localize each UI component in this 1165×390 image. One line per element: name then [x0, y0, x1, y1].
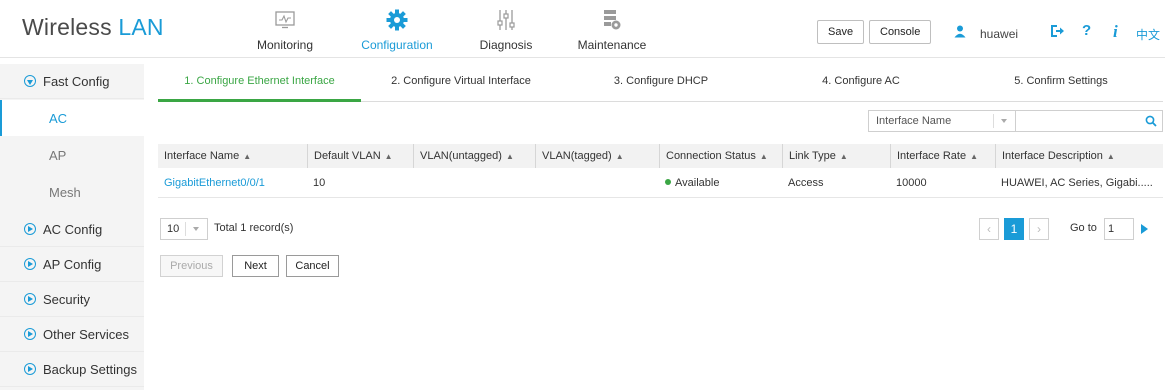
page-size-select[interactable]: 10	[160, 218, 208, 240]
table-row[interactable]: GigabitEthernet0/0/1 10 Available Access…	[158, 168, 1163, 198]
logout-icon[interactable]	[1050, 24, 1065, 42]
sort-icon: ▲	[243, 152, 252, 161]
search-icon[interactable]	[1145, 115, 1157, 130]
sliders-icon	[497, 8, 515, 32]
help-icon[interactable]: ?	[1082, 22, 1091, 39]
info-icon[interactable]: i	[1113, 22, 1118, 42]
language-switch[interactable]: 中文	[1136, 26, 1160, 43]
nav-diagnosis-label: Diagnosis	[479, 38, 533, 52]
sort-icon: ▲	[505, 152, 514, 161]
prev-page-button[interactable]: ‹	[979, 218, 999, 240]
status-dot-icon	[665, 179, 671, 185]
column-header-vlan-untagged[interactable]: VLAN(untagged) ▲	[413, 144, 514, 168]
dropdown-arrow-icon	[1001, 119, 1007, 123]
sidebar: Fast Config AC AP Mesh AC Config AP Conf…	[0, 64, 144, 390]
sidebar-item-label: Fast Config	[43, 73, 110, 89]
save-button[interactable]: Save	[817, 20, 865, 44]
nav-configuration-label: Configuration	[361, 38, 433, 52]
next-button[interactable]: Next	[232, 255, 279, 277]
sidebar-item-ac-config[interactable]: AC Config	[0, 212, 144, 247]
logo-prefix: Wireless	[22, 14, 112, 40]
page-size-value: 10	[167, 223, 180, 235]
sidebar-subitem-ap[interactable]: AP	[0, 137, 144, 173]
cell-interface-description: HUAWEI, AC Series, Gigabi.....	[1001, 177, 1153, 189]
step-configure-virtual-interface[interactable]: 2. Configure Virtual Interface	[361, 64, 561, 102]
column-header-interface-name[interactable]: Interface Name ▲	[158, 144, 251, 168]
column-header-connection-status[interactable]: Connection Status ▲	[659, 144, 768, 168]
column-header-link-type[interactable]: Link Type ▲	[782, 144, 848, 168]
expand-circle-icon	[24, 223, 36, 235]
nav-monitoring-label: Monitoring	[256, 38, 314, 52]
top-header: Wireless LAN Monitoring Configuration Di…	[0, 0, 1165, 58]
goto-page-input[interactable]: 1	[1104, 218, 1134, 240]
username[interactable]: huawei	[980, 27, 1018, 41]
step-configure-dhcp[interactable]: 3. Configure DHCP	[561, 64, 761, 102]
nav-monitoring[interactable]: Monitoring	[240, 8, 330, 52]
nav-maintenance[interactable]: Maintenance	[567, 8, 657, 52]
expand-circle-icon	[24, 293, 36, 305]
expand-circle-icon	[24, 258, 36, 270]
record-total: Total 1 record(s)	[214, 222, 294, 234]
column-header-interface-description[interactable]: Interface Description ▲	[995, 144, 1115, 168]
expand-circle-icon	[24, 328, 36, 340]
search-input[interactable]	[1016, 111, 1136, 131]
dropdown-arrow-icon	[193, 227, 199, 231]
sidebar-item-label: Backup Settings	[43, 361, 137, 377]
filter-field-select[interactable]: Interface Name	[868, 110, 1016, 132]
sidebar-subitem-mesh[interactable]: Mesh	[0, 174, 144, 210]
sidebar-item-label: AP Config	[43, 256, 102, 272]
app-logo: Wireless LAN	[22, 14, 164, 41]
next-page-button[interactable]: ›	[1029, 218, 1049, 240]
page-number-button[interactable]: 1	[1004, 218, 1024, 240]
sort-icon: ▲	[759, 152, 768, 161]
cell-vlan-tagged	[535, 168, 541, 198]
cell-link-type: Access	[788, 177, 824, 189]
nav-diagnosis[interactable]: Diagnosis	[461, 8, 551, 52]
cell-connection-status: Available	[659, 168, 719, 198]
column-header-vlan-tagged[interactable]: VLAN(tagged) ▲	[535, 144, 624, 168]
sidebar-item-ap-config[interactable]: AP Config	[0, 247, 144, 282]
filter-field-value: Interface Name	[876, 115, 952, 127]
monitor-icon	[275, 8, 295, 32]
sidebar-item-label: Other Services	[43, 326, 129, 342]
filter-search-box	[1016, 110, 1163, 132]
sidebar-subitem-ac[interactable]: AC	[0, 100, 144, 136]
cancel-button[interactable]: Cancel	[286, 255, 339, 277]
sidebar-item-label: AC Config	[43, 221, 103, 237]
sidebar-item-fast-config[interactable]: Fast Config	[0, 64, 144, 99]
step-confirm-settings[interactable]: 5. Confirm Settings	[961, 64, 1161, 102]
goto-label: Go to	[1070, 222, 1097, 234]
sort-icon: ▲	[1106, 152, 1115, 161]
gear-icon	[386, 8, 408, 32]
logo-suffix: LAN	[118, 14, 164, 40]
step-configure-ac[interactable]: 4. Configure AC	[761, 64, 961, 102]
previous-button[interactable]: Previous	[160, 255, 223, 277]
step-configure-ethernet[interactable]: 1. Configure Ethernet Interface	[158, 64, 361, 102]
cell-interface-name[interactable]: GigabitEthernet0/0/1	[158, 168, 265, 198]
cell-interface-rate: 10000	[896, 177, 927, 189]
console-button[interactable]: Console	[869, 20, 932, 44]
sort-icon: ▲	[384, 152, 393, 161]
table-header: Interface Name ▲ Default VLAN ▲ VLAN(untag…	[158, 144, 1163, 168]
sort-icon: ▲	[970, 152, 979, 161]
wizard-steps: 1. Configure Ethernet Interface 2. Confi…	[158, 64, 1163, 102]
sort-icon: ▲	[615, 152, 624, 161]
nav-configuration[interactable]: Configuration	[352, 8, 442, 52]
sidebar-item-other-services[interactable]: Other Services	[0, 317, 144, 352]
cell-default-vlan: 10	[313, 177, 326, 189]
sidebar-item-security[interactable]: Security	[0, 282, 144, 317]
server-gear-icon	[602, 8, 622, 32]
goto-arrow-icon[interactable]	[1141, 224, 1148, 234]
column-header-default-vlan[interactable]: Default VLAN ▲	[307, 144, 393, 168]
sidebar-item-backup-settings[interactable]: Backup Settings	[0, 352, 144, 387]
column-header-interface-rate[interactable]: Interface Rate ▲	[890, 144, 978, 168]
sidebar-item-label: Security	[43, 291, 90, 307]
collapse-circle-icon	[24, 75, 36, 87]
user-icon[interactable]	[954, 25, 966, 41]
cell-vlan-untagged	[413, 168, 419, 198]
nav-maintenance-label: Maintenance	[577, 38, 647, 52]
expand-circle-icon	[24, 363, 36, 375]
sort-icon: ▲	[839, 152, 848, 161]
